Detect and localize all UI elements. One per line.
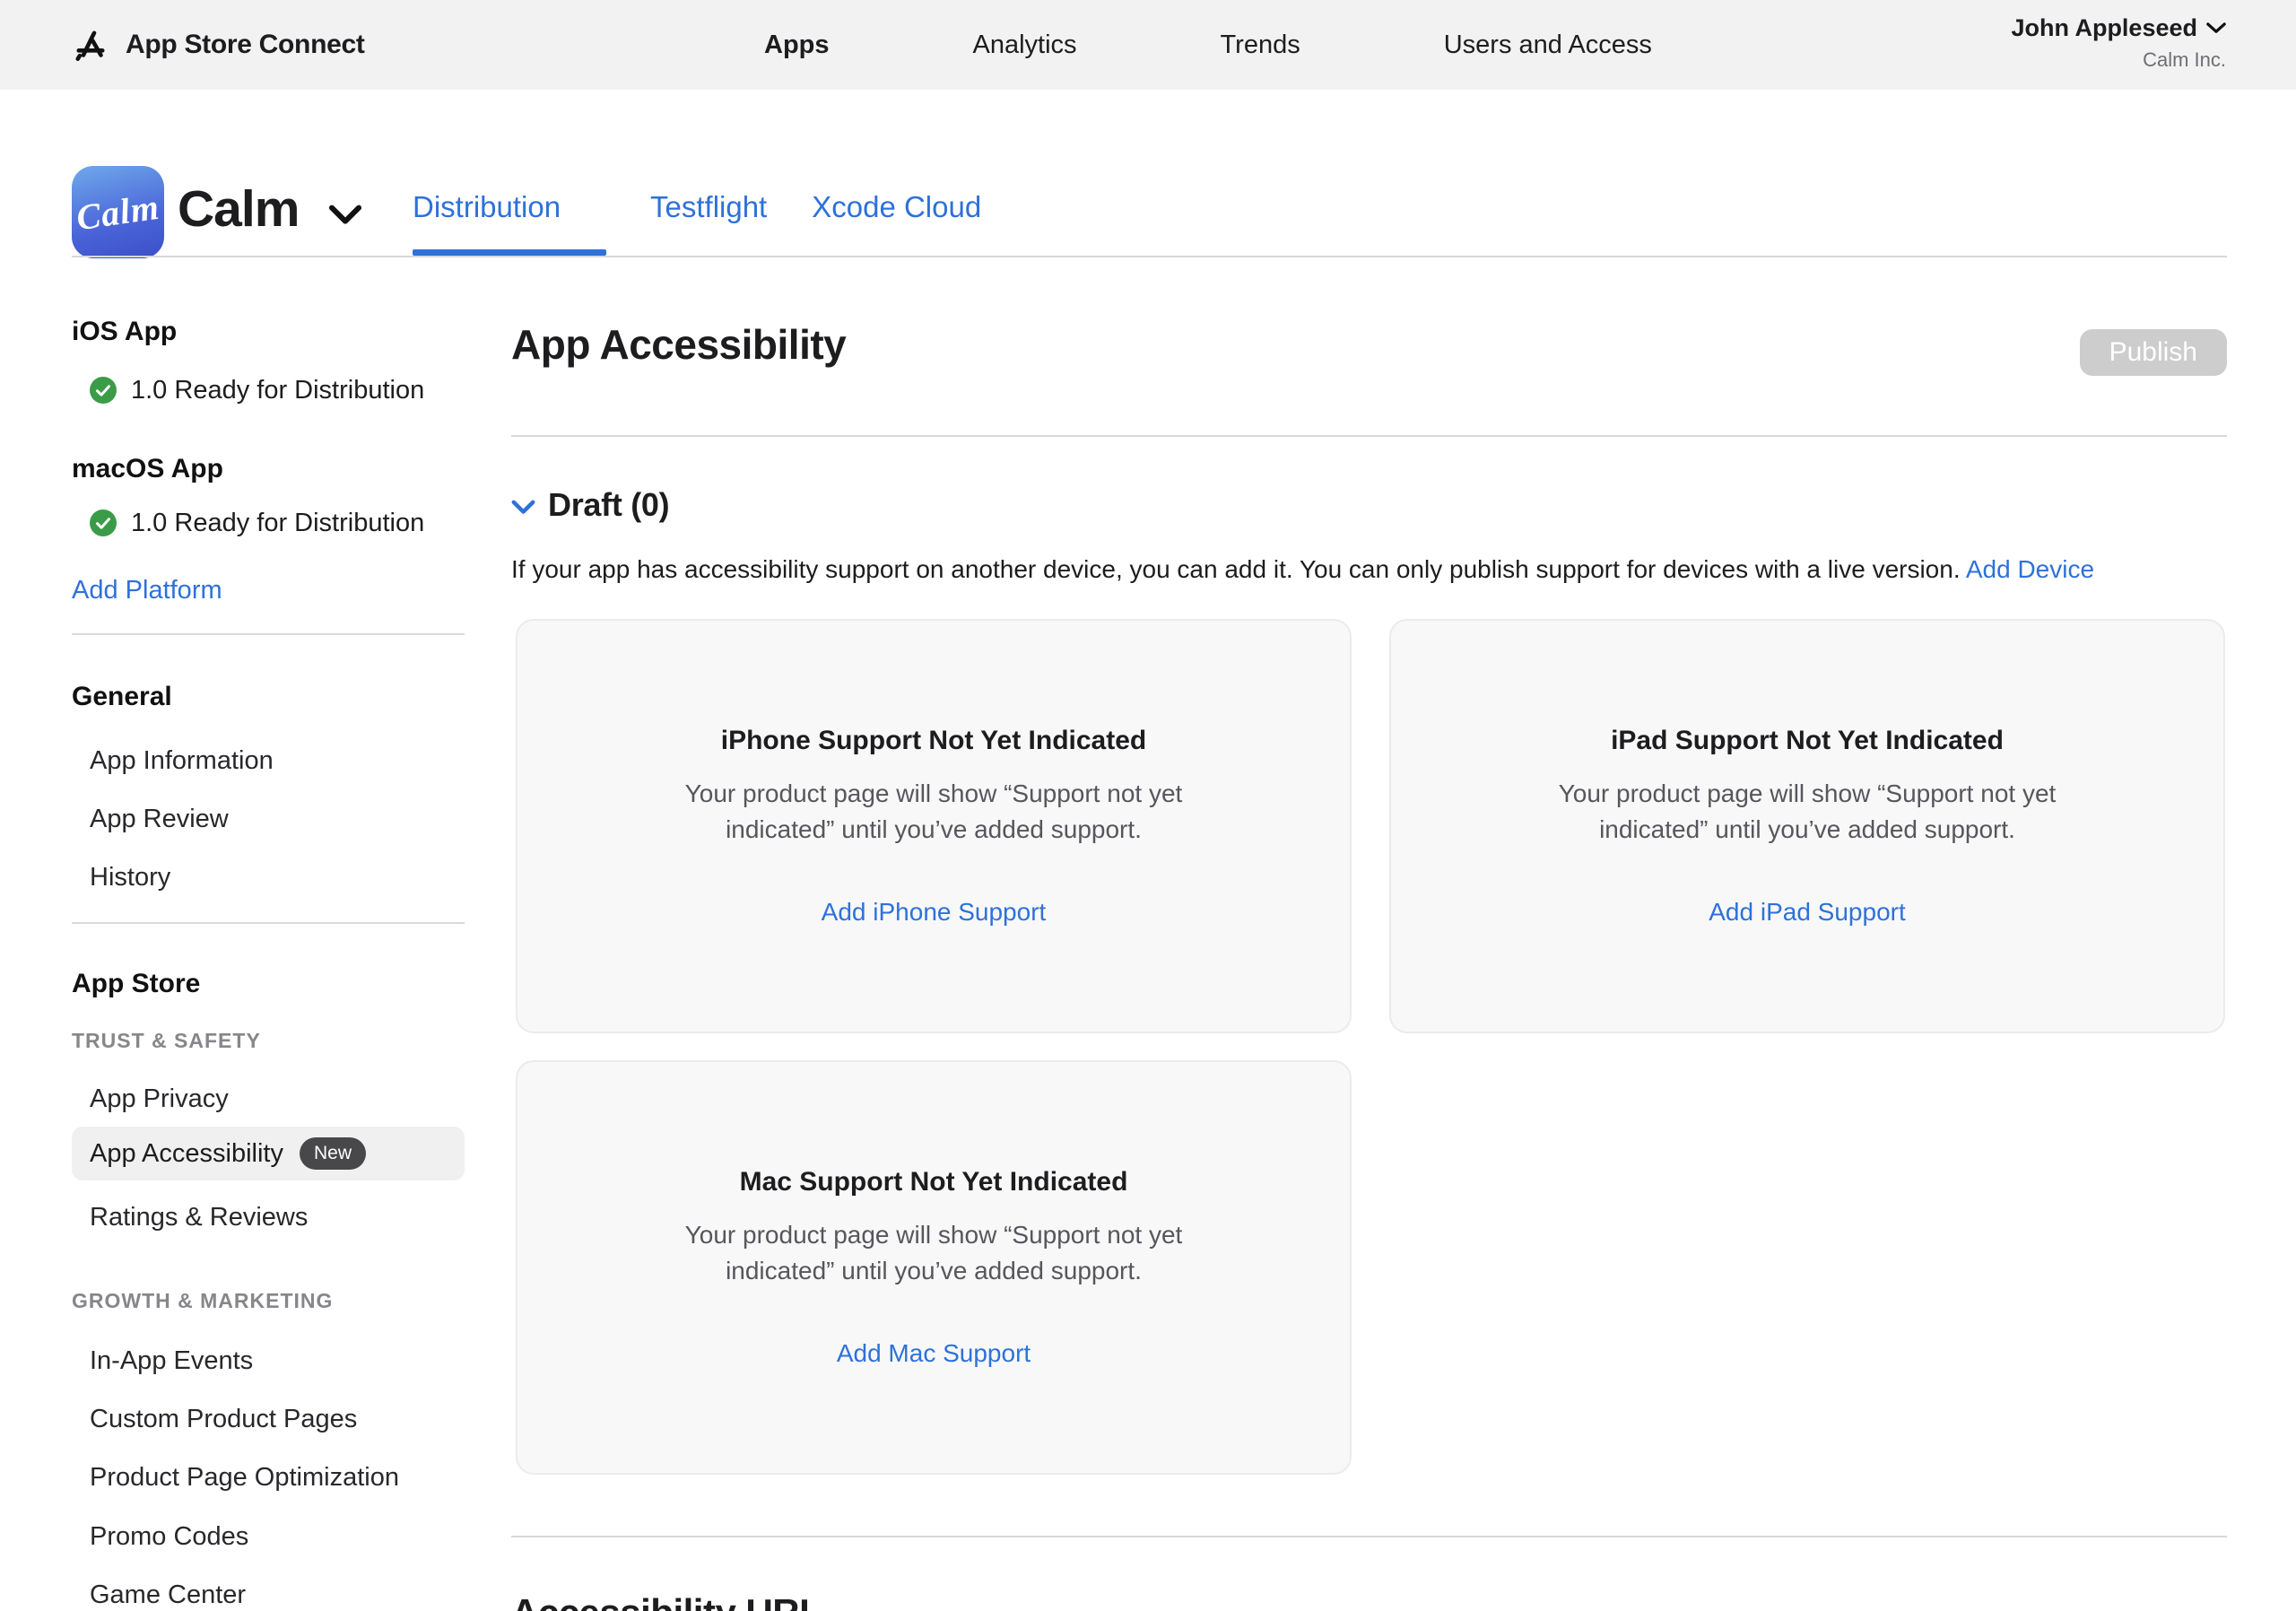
- top-bar: App Store Connect Apps Analytics Trends …: [0, 0, 2296, 90]
- sidebar-group-label-growth-marketing: GROWTH & MARKETING: [72, 1287, 465, 1314]
- brand-title: App Store Connect: [126, 30, 365, 60]
- card-body: Your product page will show “Support not…: [1511, 776, 2103, 848]
- user-menu[interactable]: John Appleseed Calm Inc.: [2011, 14, 2226, 72]
- chevron-down-icon[interactable]: [328, 205, 362, 225]
- sidebar-item-app-privacy[interactable]: App Privacy: [72, 1081, 465, 1117]
- active-tab-underline: [413, 249, 606, 256]
- nav-item-trends[interactable]: Trends: [1221, 30, 1300, 60]
- add-platform-link[interactable]: Add Platform: [72, 572, 465, 608]
- tab-distribution[interactable]: Distribution: [413, 190, 605, 224]
- tab-testflight[interactable]: Testflight: [650, 190, 767, 224]
- sidebar-item-app-accessibility-selected[interactable]: App Accessibility New: [72, 1127, 465, 1180]
- sidebar-item-product-page-optimization[interactable]: Product Page Optimization: [72, 1459, 465, 1495]
- card-title: iPad Support Not Yet Indicated: [1611, 726, 2004, 756]
- page: App Store Connect Apps Analytics Trends …: [0, 0, 2296, 1611]
- sidebar-item-app-review[interactable]: App Review: [72, 801, 465, 837]
- check-circle-icon: [90, 509, 117, 536]
- calm-app-icon[interactable]: Calm: [72, 166, 164, 258]
- sidebar-heading-app-store: App Store: [72, 966, 465, 1002]
- sidebar-divider: [72, 633, 465, 635]
- sidebar-item-in-app-events[interactable]: In-App Events: [72, 1343, 465, 1379]
- card-title: Mac Support Not Yet Indicated: [740, 1167, 1128, 1197]
- nav-item-users-and-access[interactable]: Users and Access: [1444, 30, 1652, 60]
- app-store-connect-home-link[interactable]: App Store Connect: [70, 0, 365, 90]
- card-body: Your product page will show “Support not…: [638, 776, 1230, 848]
- iphone-support-card: iPhone Support Not Yet Indicated Your pr…: [516, 619, 1352, 1033]
- card-title: iPhone Support Not Yet Indicated: [721, 726, 1146, 756]
- sidebar-item-ios-version-status[interactable]: 1.0 Ready for Distribution: [72, 372, 465, 408]
- user-name: John Appleseed: [2011, 14, 2197, 42]
- new-badge: New: [300, 1137, 366, 1170]
- main-content: App Accessibility Publish Draft (0) If y…: [511, 296, 2227, 1611]
- add-iphone-support-link[interactable]: Add iPhone Support: [822, 898, 1047, 927]
- nav-item-apps[interactable]: Apps: [764, 30, 830, 60]
- sidebar-item-app-information[interactable]: App Information: [72, 743, 465, 779]
- top-navigation: Apps Analytics Trends Users and Access: [764, 0, 1652, 90]
- add-ipad-support-link[interactable]: Add iPad Support: [1709, 898, 1906, 927]
- check-circle-icon: [90, 377, 117, 404]
- ipad-support-card: iPad Support Not Yet Indicated Your prod…: [1389, 619, 2225, 1033]
- sidebar-heading-macos-app: macOS App: [72, 451, 465, 487]
- sidebar-item-game-center[interactable]: Game Center: [72, 1577, 465, 1611]
- header-divider: [72, 256, 2227, 257]
- tab-xcode-cloud[interactable]: Xcode Cloud: [812, 190, 981, 224]
- add-device-link[interactable]: Add Device: [1966, 555, 2094, 583]
- nav-item-analytics[interactable]: Analytics: [973, 30, 1077, 60]
- calm-app-icon-script: Calm: [74, 186, 162, 239]
- sidebar-item-custom-product-pages[interactable]: Custom Product Pages: [72, 1401, 465, 1437]
- accessibility-url-section-title: Accessibility URL: [511, 1590, 822, 1611]
- chevron-down-icon[interactable]: [511, 500, 535, 515]
- sidebar-item-ratings-reviews[interactable]: Ratings & Reviews: [72, 1199, 465, 1235]
- app-tabs: Distribution Testflight Xcode Cloud: [413, 190, 981, 224]
- sidebar-group-label-trust-safety: TRUST & SAFETY: [72, 1027, 465, 1054]
- sidebar-item-promo-codes[interactable]: Promo Codes: [72, 1519, 465, 1554]
- page-title: App Accessibility: [511, 320, 846, 369]
- device-support-cards: iPhone Support Not Yet Indicated Your pr…: [516, 619, 2225, 1475]
- card-body: Your product page will show “Support not…: [638, 1217, 1230, 1289]
- add-mac-support-link[interactable]: Add Mac Support: [837, 1339, 1031, 1368]
- draft-section-title: Draft (0): [548, 486, 669, 524]
- sidebar-item-history[interactable]: History: [72, 859, 465, 895]
- app-title[interactable]: Calm: [178, 179, 299, 239]
- sidebar-item-macos-version-status[interactable]: 1.0 Ready for Distribution: [72, 505, 465, 541]
- section-divider: [511, 435, 2227, 437]
- draft-description: If your app has accessibility support on…: [511, 552, 2094, 588]
- draft-section-header: Draft (0): [511, 486, 669, 524]
- user-organization: Calm Inc.: [2011, 48, 2226, 72]
- sidebar: iOS App 1.0 Ready for Distribution macOS…: [72, 296, 465, 1611]
- mac-support-card: Mac Support Not Yet Indicated Your produ…: [516, 1060, 1352, 1475]
- section-divider: [511, 1536, 2227, 1537]
- publish-button[interactable]: Publish: [2080, 329, 2227, 376]
- sidebar-heading-general: General: [72, 679, 465, 715]
- app-store-connect-logo-icon: [70, 24, 111, 65]
- sidebar-divider: [72, 922, 465, 924]
- chevron-down-icon: [2206, 22, 2226, 34]
- sidebar-heading-ios-app: iOS App: [72, 314, 465, 350]
